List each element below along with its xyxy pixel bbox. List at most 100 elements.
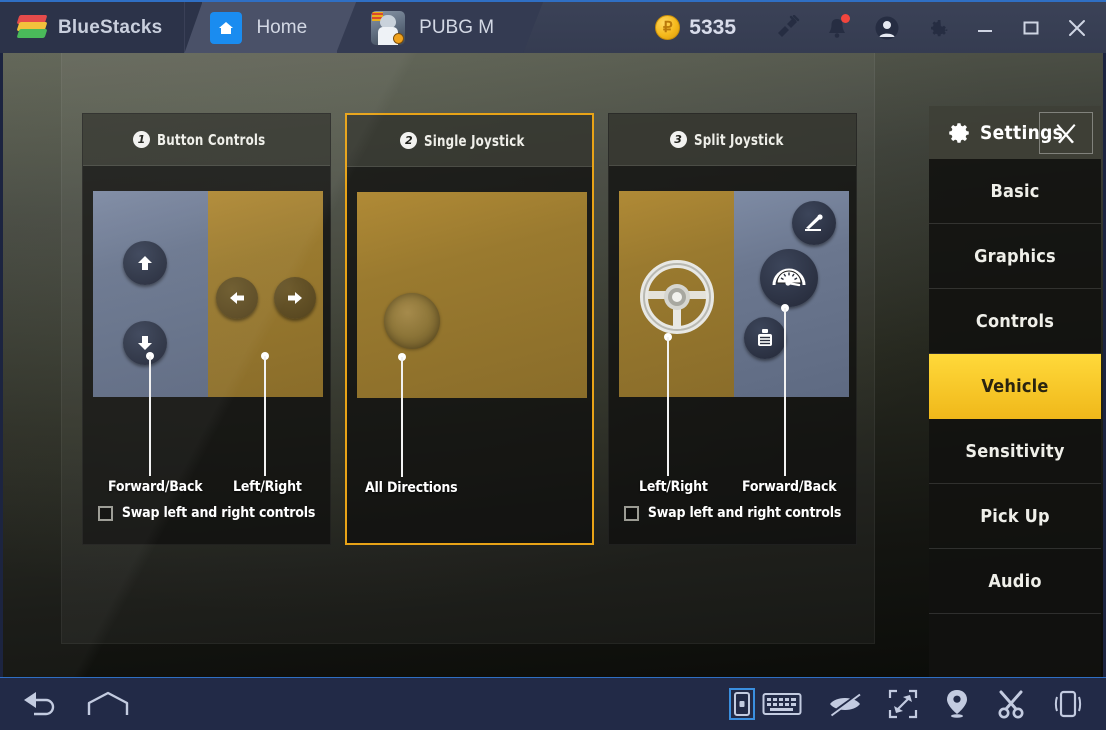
coin-count-label: 5335 [689, 15, 736, 39]
tab-pubg[interactable]: PUBG M [337, 2, 525, 53]
swap-controls-row[interactable]: Swap left and right controls [609, 505, 856, 521]
sidebar-item-pick-up[interactable]: Pick Up [929, 484, 1101, 549]
panel-number-badge: 2 [400, 132, 418, 149]
gamepad-controls-icon[interactable] [729, 688, 755, 720]
coin-icon: ₽ [655, 15, 681, 40]
control-scheme-single-joystick[interactable]: 2 Single Joystick All Directions [345, 113, 594, 545]
panel-number-badge: 1 [132, 131, 150, 148]
sidebar-item-basic[interactable]: Basic [929, 159, 1101, 224]
arrow-left-button-icon[interactable] [216, 277, 258, 319]
control-preview [357, 192, 587, 398]
plug-icon[interactable] [762, 1, 812, 54]
fullscreen-icon[interactable] [888, 689, 918, 719]
minimize-button[interactable] [962, 1, 1008, 54]
tab-home[interactable]: Home [184, 2, 338, 53]
location-pin-icon[interactable] [944, 689, 970, 719]
bell-icon[interactable] [812, 1, 862, 54]
sidebar-item-controls[interactable]: Controls [929, 289, 1101, 354]
control-scheme-split-joystick[interactable]: 3 Split Joystick Left/Right Forward/Back… [608, 113, 857, 545]
bottom-toolbar-left [0, 689, 132, 719]
settings-panel: Settings Basic Graphics Controls Vehicle [929, 106, 1101, 677]
swap-controls-checkbox[interactable] [623, 505, 639, 521]
close-button[interactable] [1054, 1, 1100, 54]
lead-line [401, 357, 403, 477]
panel-header: 1 Button Controls [83, 114, 330, 166]
sidebar-item-vehicle[interactable]: Vehicle [929, 354, 1101, 419]
caption-forward-back: Forward/Back [742, 479, 837, 495]
control-scheme-list: 1 Button Controls Forward/Back Left/Righ… [82, 113, 857, 545]
tab-pubg-label: PUBG M [419, 16, 495, 38]
home-outline-icon[interactable] [84, 689, 132, 719]
panel-number-badge: 3 [669, 131, 687, 148]
back-icon[interactable] [20, 689, 62, 719]
game-viewport: 1 Button Controls Forward/Back Left/Righ… [3, 53, 1103, 677]
sidebar-item-label: Controls [975, 310, 1055, 332]
pubg-app-icon [371, 10, 406, 45]
lead-line [667, 337, 669, 476]
panel-header: 2 Single Joystick [347, 115, 592, 167]
bottom-toolbar-right [729, 688, 1106, 720]
arrow-down-button-icon[interactable] [123, 321, 167, 365]
arrow-right-button-icon[interactable] [274, 277, 316, 319]
panel-title: Split Joystick [693, 130, 784, 149]
settings-header: Settings [929, 106, 1101, 159]
caption-left-right: Left/Right [233, 479, 302, 495]
sidebar-item-label: Sensitivity [965, 440, 1065, 462]
control-preview [93, 191, 323, 397]
close-icon[interactable] [1039, 112, 1093, 154]
tab-home-label: Home [256, 16, 308, 38]
preview-left-zone [619, 191, 734, 397]
caption-all-directions: All Directions [365, 480, 458, 496]
lead-line [149, 356, 151, 476]
handbrake-icon[interactable] [792, 201, 836, 245]
bottom-toolbar [0, 677, 1106, 730]
panel-body: All Directions [347, 167, 592, 546]
coin-balance[interactable]: ₽ 5335 [655, 15, 736, 40]
account-icon[interactable] [862, 1, 912, 54]
scissors-icon[interactable] [996, 689, 1026, 719]
swap-controls-label: Swap left and right controls [121, 505, 316, 521]
gear-icon [942, 118, 972, 148]
sidebar-item-label: Audio [988, 570, 1042, 592]
lead-line [264, 356, 266, 476]
maximize-button[interactable] [1008, 1, 1054, 54]
controls-group [729, 688, 802, 720]
sidebar-item-label: Vehicle [981, 376, 1049, 397]
sidebar-item-label: Pick Up [980, 505, 1050, 527]
notification-badge [841, 14, 850, 23]
bluestacks-window: BlueStacks Home PUBG M ₽ 5335 1 Button C… [0, 0, 1106, 730]
shake-phone-icon[interactable] [1052, 689, 1084, 719]
steering-wheel-icon[interactable] [639, 259, 715, 335]
bluestacks-logo-icon [16, 14, 48, 41]
sidebar-item-label: Basic [990, 180, 1040, 202]
panel-body: Forward/Back Left/Right Swap left and ri… [83, 166, 330, 545]
sidebar-item-sensitivity[interactable]: Sensitivity [929, 419, 1101, 484]
arrow-up-button-icon[interactable] [123, 241, 167, 285]
speedometer-icon[interactable] [760, 249, 818, 307]
panel-body: Left/Right Forward/Back Swap left and ri… [609, 166, 856, 545]
control-preview [619, 191, 849, 397]
vehicle-controls-frame: 1 Button Controls Forward/Back Left/Righ… [61, 53, 875, 644]
brand-label: BlueStacks [58, 16, 163, 38]
lead-line [784, 308, 786, 476]
swap-controls-checkbox[interactable] [97, 505, 113, 521]
caption-left-right: Left/Right [639, 479, 708, 495]
titlebar-actions: ₽ 5335 [655, 2, 1106, 53]
sidebar-item-audio[interactable]: Audio [929, 549, 1101, 614]
control-scheme-button-controls[interactable]: 1 Button Controls Forward/Back Left/Righ… [82, 113, 331, 545]
eye-slash-icon[interactable] [828, 691, 862, 717]
swap-controls-row[interactable]: Swap left and right controls [83, 505, 330, 521]
panel-header: 3 Split Joystick [609, 114, 856, 166]
joystick-pad-icon[interactable] [384, 293, 440, 349]
preview-right-zone [734, 191, 849, 397]
gear-icon[interactable] [912, 1, 962, 54]
sidebar-item-graphics[interactable]: Graphics [929, 224, 1101, 289]
titlebar-spacer [524, 2, 655, 53]
sidebar-item-label: Graphics [974, 245, 1056, 267]
panel-title: Single Joystick [424, 131, 525, 150]
keyboard-icon[interactable] [762, 690, 802, 718]
seat-icon[interactable] [744, 317, 786, 359]
home-icon [210, 11, 243, 44]
brand-tab[interactable]: BlueStacks [0, 2, 185, 53]
caption-forward-back: Forward/Back [108, 479, 203, 495]
